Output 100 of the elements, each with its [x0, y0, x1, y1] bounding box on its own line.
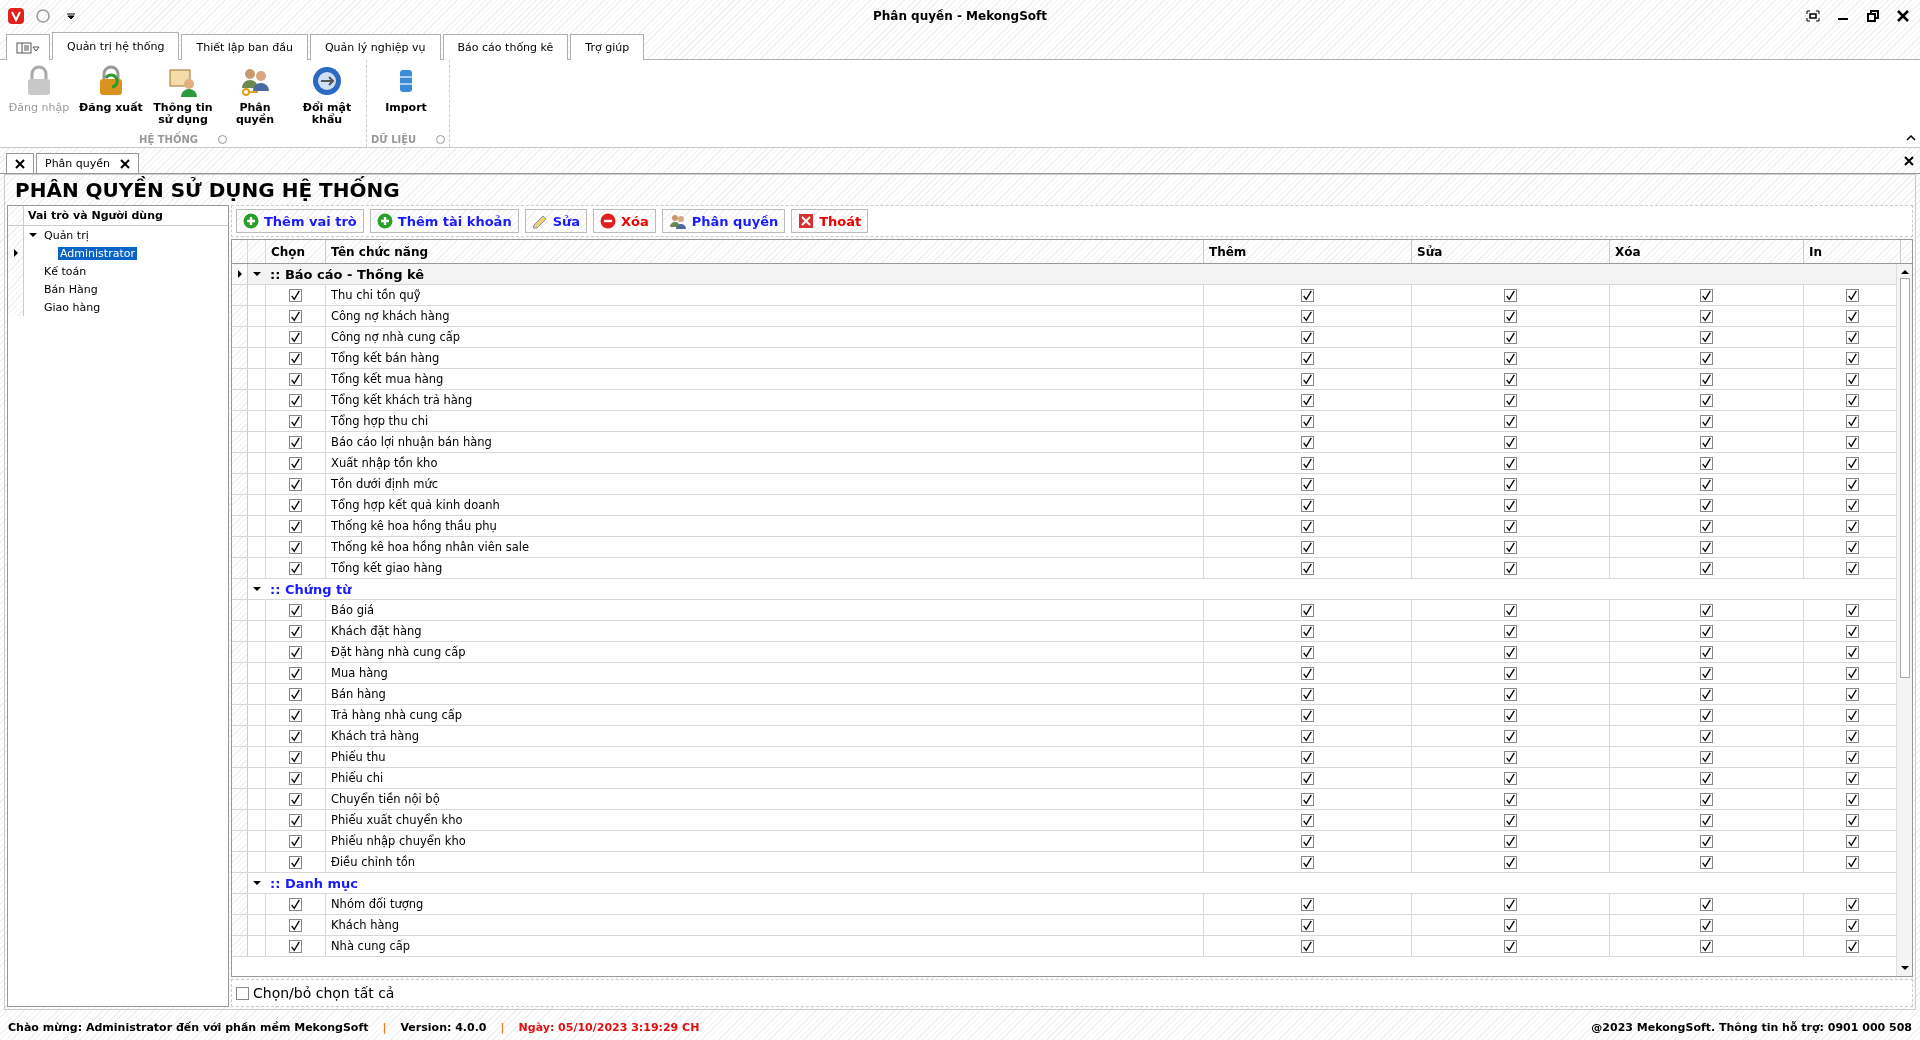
- checkbox[interactable]: [1845, 708, 1859, 722]
- checkbox[interactable]: [1301, 666, 1314, 680]
- checkbox[interactable]: [1700, 351, 1713, 365]
- checkbox[interactable]: [1700, 813, 1713, 827]
- checkbox[interactable]: [1504, 393, 1517, 407]
- ribbon-button[interactable]: Đăng xuất: [76, 60, 146, 131]
- checkbox[interactable]: [1504, 834, 1517, 848]
- group-row[interactable]: :: Báo cáo - Thống kê: [232, 264, 1896, 285]
- checkbox[interactable]: [1301, 393, 1314, 407]
- checkbox[interactable]: [1845, 477, 1859, 491]
- tree-item[interactable]: Kế toán: [42, 264, 89, 278]
- checkbox[interactable]: [1845, 393, 1859, 407]
- tree-item[interactable]: Administrator: [58, 246, 137, 260]
- checkbox[interactable]: [1301, 288, 1314, 302]
- checkbox[interactable]: [1845, 792, 1859, 806]
- checkbox[interactable]: [1845, 372, 1859, 386]
- checkbox[interactable]: [1504, 897, 1517, 911]
- checkbox[interactable]: [1700, 309, 1713, 323]
- checkbox[interactable]: [1845, 834, 1859, 848]
- checkbox[interactable]: [1700, 750, 1713, 764]
- checkbox[interactable]: [1845, 624, 1859, 638]
- checkbox[interactable]: [1700, 456, 1713, 470]
- checkbox[interactable]: [1301, 498, 1314, 512]
- column-header[interactable]: Thêm: [1204, 240, 1412, 263]
- checkbox[interactable]: [1504, 477, 1517, 491]
- checkbox[interactable]: [1504, 351, 1517, 365]
- checkbox[interactable]: [1700, 918, 1713, 932]
- checkbox[interactable]: [1700, 792, 1713, 806]
- scrollbar-thumb[interactable]: [1899, 278, 1910, 678]
- checkbox[interactable]: [289, 393, 302, 407]
- checkbox[interactable]: [1504, 330, 1517, 344]
- checkbox[interactable]: [1845, 561, 1859, 575]
- checkbox[interactable]: [289, 498, 302, 512]
- checkbox[interactable]: [1845, 540, 1859, 554]
- checkbox[interactable]: [1301, 624, 1314, 638]
- checkbox[interactable]: [1301, 750, 1314, 764]
- checkbox[interactable]: [1700, 603, 1713, 617]
- ribbon-button[interactable]: Import: [371, 60, 441, 131]
- expand-icon[interactable]: [253, 585, 261, 593]
- checkbox[interactable]: [1700, 939, 1713, 953]
- checkbox[interactable]: [289, 351, 302, 365]
- checkbox[interactable]: [1301, 519, 1314, 533]
- checkbox[interactable]: [289, 855, 302, 869]
- group-row[interactable]: :: Chứng từ: [232, 579, 1896, 600]
- checkbox[interactable]: [1301, 561, 1314, 575]
- checkbox[interactable]: [1301, 834, 1314, 848]
- checkbox[interactable]: [1700, 771, 1713, 785]
- checkbox[interactable]: [1845, 771, 1859, 785]
- checkbox[interactable]: [1845, 519, 1859, 533]
- ribbon-tab[interactable]: Quản trị hệ thống: [52, 32, 180, 60]
- checkbox[interactable]: [1504, 771, 1517, 785]
- checkbox[interactable]: [1504, 792, 1517, 806]
- checkbox[interactable]: [289, 330, 302, 344]
- ribbon-tab[interactable]: Thiết lập ban đầu: [181, 34, 308, 60]
- checkbox[interactable]: [289, 939, 302, 953]
- checkbox[interactable]: [1301, 813, 1314, 827]
- checkbox[interactable]: [1700, 834, 1713, 848]
- column-header[interactable]: In: [1804, 240, 1901, 263]
- close-all-tabs-button[interactable]: [6, 153, 34, 173]
- checkbox[interactable]: [1845, 729, 1859, 743]
- checkbox[interactable]: [289, 750, 302, 764]
- checkbox[interactable]: [1504, 540, 1517, 554]
- expand-icon[interactable]: [253, 879, 261, 887]
- checkbox[interactable]: [1700, 645, 1713, 659]
- checkbox[interactable]: [289, 897, 302, 911]
- checkbox[interactable]: [1845, 750, 1859, 764]
- checkbox[interactable]: [1504, 918, 1517, 932]
- checkbox[interactable]: [289, 435, 302, 449]
- checkbox[interactable]: [1700, 435, 1713, 449]
- checkbox[interactable]: [1301, 771, 1314, 785]
- row-header[interactable]: [232, 264, 248, 284]
- checkbox[interactable]: [1504, 939, 1517, 953]
- expand-icon[interactable]: [29, 231, 37, 239]
- checkbox[interactable]: [1700, 519, 1713, 533]
- checkbox[interactable]: [1504, 498, 1517, 512]
- checkbox[interactable]: [1504, 519, 1517, 533]
- ribbon-tab[interactable]: Quản lý nghiệp vụ: [309, 34, 441, 60]
- ribbon-button[interactable]: Phân quyền: [220, 60, 290, 131]
- column-header[interactable]: Xóa: [1610, 240, 1804, 263]
- checkbox[interactable]: [1845, 456, 1859, 470]
- checkbox[interactable]: [1504, 603, 1517, 617]
- checkbox[interactable]: [1301, 792, 1314, 806]
- checkbox[interactable]: [1700, 540, 1713, 554]
- checkbox[interactable]: [1301, 645, 1314, 659]
- document-tab[interactable]: Phân quyền: [36, 153, 140, 173]
- checkbox[interactable]: [1504, 372, 1517, 386]
- checkbox[interactable]: [289, 918, 302, 932]
- column-header[interactable]: Tên chức năng: [326, 240, 1204, 263]
- checkbox[interactable]: [289, 792, 302, 806]
- checkbox[interactable]: [1845, 897, 1859, 911]
- checkbox[interactable]: [289, 456, 302, 470]
- checkbox[interactable]: [1700, 708, 1713, 722]
- checkbox[interactable]: [1700, 414, 1713, 428]
- checkbox[interactable]: [1504, 813, 1517, 827]
- tree-item[interactable]: Giao hàng: [42, 300, 103, 314]
- scrollbar[interactable]: [1896, 264, 1912, 976]
- toolbar-button[interactable]: Thêm tài khoản: [369, 209, 519, 233]
- checkbox[interactable]: [289, 477, 302, 491]
- checkbox[interactable]: [1504, 288, 1517, 302]
- checkbox[interactable]: [1301, 477, 1314, 491]
